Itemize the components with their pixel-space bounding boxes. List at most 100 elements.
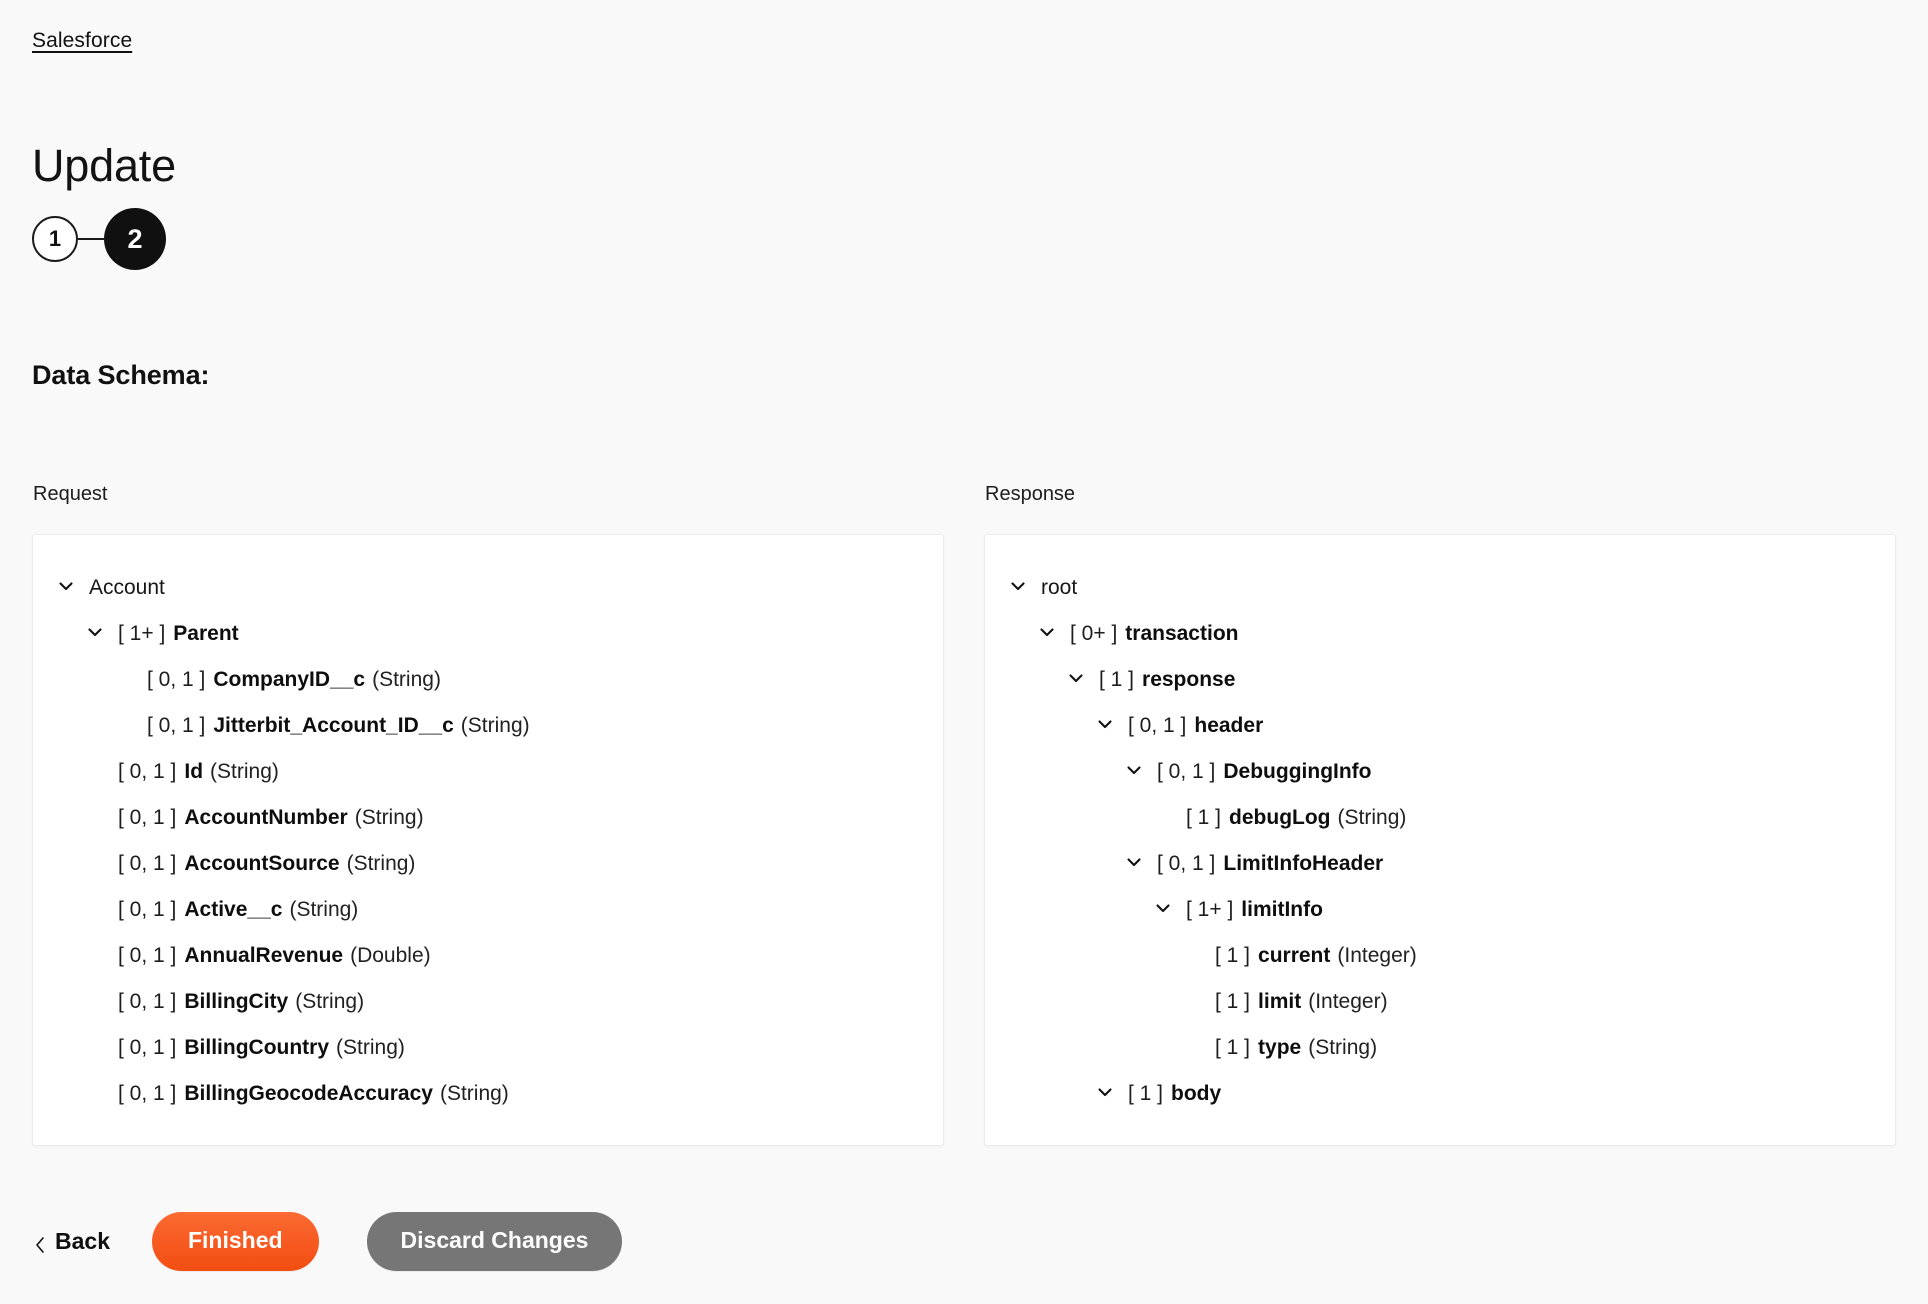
chevron-down-icon[interactable] — [1152, 897, 1178, 923]
chevron-down-icon[interactable] — [84, 621, 110, 647]
chevron-down-icon[interactable] — [1094, 713, 1120, 739]
node-name: CompanyID__c — [213, 668, 366, 691]
node-name: body — [1171, 1082, 1222, 1105]
tree-node[interactable]: [ 0, 1 ] header — [1007, 703, 1873, 749]
chevron-down-icon[interactable] — [1007, 575, 1033, 601]
tree-node[interactable]: [ 0+ ] transaction — [1007, 611, 1873, 657]
step-indicator: 12 — [32, 208, 166, 270]
tree-node[interactable]: [ 1 ] body — [1007, 1071, 1873, 1117]
page-title: Update — [32, 140, 176, 192]
node-type: (Integer) — [1337, 944, 1417, 967]
node-name: BillingCity — [184, 990, 289, 1013]
node-occurrence: [ 0, 1 ] — [1128, 714, 1187, 737]
node-type: (String) — [460, 714, 530, 737]
node-occurrence: [ 0, 1 ] — [118, 944, 177, 967]
node-occurrence: [ 0, 1 ] — [118, 852, 177, 875]
chevron-down-icon[interactable] — [55, 575, 81, 601]
update-step-page: Salesforce Update 12 Data Schema: Reques… — [0, 0, 1928, 1304]
node-type: (Integer) — [1308, 990, 1388, 1013]
response-tree-panel[interactable]: root [ 0+ ] transaction [ 1 ] response [ 0, 1… — [984, 534, 1896, 1146]
discard-changes-button[interactable]: Discard Changes — [366, 1212, 623, 1271]
node-name: Jitterbit_Account_ID__c — [213, 714, 454, 737]
node-name: DebuggingInfo — [1223, 760, 1372, 783]
tree-node[interactable]: [ 1 ] response — [1007, 657, 1873, 703]
node-occurrence: [ 0, 1 ] — [118, 1036, 177, 1059]
node-occurrence: [ 0+ ] — [1070, 622, 1118, 645]
response-column: Response root [ 0+ ] transaction [ 1 ] respo… — [984, 482, 1896, 1146]
step-connector — [78, 238, 104, 240]
breadcrumb[interactable]: Salesforce — [32, 28, 132, 54]
request-tree-panel[interactable]: Account [ 1+ ] Parent [ 0, 1 ] CompanyID__c (… — [32, 534, 944, 1146]
node-name: response — [1142, 668, 1236, 691]
node-name: transaction — [1125, 622, 1239, 645]
node-name: header — [1194, 714, 1264, 737]
node-type: (String) — [295, 990, 365, 1013]
step-1[interactable]: 1 — [32, 216, 78, 262]
node-name: Id — [184, 760, 204, 783]
tree-node: [ 0, 1 ] AnnualRevenue (Double) — [55, 933, 921, 979]
node-occurrence: [ 1+ ] — [118, 622, 166, 645]
tree-node[interactable]: [ 1+ ] limitInfo — [1007, 887, 1873, 933]
node-type: (String) — [439, 1082, 509, 1105]
chevron-down-icon[interactable] — [1123, 759, 1149, 785]
node-type: (String) — [346, 852, 416, 875]
tree-node: [ 1 ] debugLog (String) — [1007, 795, 1873, 841]
request-label: Request — [33, 483, 108, 505]
node-type: (String) — [1337, 806, 1407, 829]
tree-node: [ 0, 1 ] Jitterbit_Account_ID__c (String) — [55, 703, 921, 749]
tree-node: [ 0, 1 ] CompanyID__c (String) — [55, 657, 921, 703]
tree-node: [ 0, 1 ] Active__c (String) — [55, 887, 921, 933]
request-column: Request Account [ 1+ ] Parent [ 0, 1 ] Compa… — [32, 482, 944, 1146]
node-occurrence: [ 0, 1 ] — [1157, 760, 1216, 783]
node-name: debugLog — [1229, 806, 1331, 829]
node-occurrence: [ 1+ ] — [1186, 898, 1234, 921]
tree-node: [ 0, 1 ] AccountNumber (String) — [55, 795, 921, 841]
node-name: root — [1041, 576, 1078, 599]
chevron-down-icon[interactable] — [1036, 621, 1062, 647]
node-type: (String) — [1308, 1036, 1378, 1059]
tree-node[interactable]: [ 0, 1 ] DebuggingInfo — [1007, 749, 1873, 795]
tree-node[interactable]: [ 0, 1 ] LimitInfoHeader — [1007, 841, 1873, 887]
node-type: (Double) — [350, 944, 431, 967]
node-occurrence: [ 0, 1 ] — [118, 990, 177, 1013]
node-occurrence: [ 0, 1 ] — [118, 806, 177, 829]
tree-node: [ 0, 1 ] BillingCity (String) — [55, 979, 921, 1025]
tree-node[interactable]: [ 1+ ] Parent — [55, 611, 921, 657]
node-name: Active__c — [184, 898, 283, 921]
chevron-down-icon[interactable] — [1065, 667, 1091, 693]
tree-node: [ 0, 1 ] AccountSource (String) — [55, 841, 921, 887]
node-name: Account — [89, 576, 165, 599]
back-button[interactable]: Back — [32, 1222, 112, 1261]
node-type: (String) — [289, 898, 359, 921]
node-name: BillingCountry — [184, 1036, 330, 1059]
chevron-down-icon[interactable] — [1094, 1081, 1120, 1107]
node-occurrence: [ 0, 1 ] — [118, 760, 177, 783]
finished-button[interactable]: Finished — [151, 1212, 319, 1271]
node-name: BillingGeocodeAccuracy — [184, 1082, 433, 1105]
section-heading: Data Schema: — [32, 360, 210, 390]
node-occurrence: [ 1 ] — [1099, 668, 1135, 691]
node-occurrence: [ 0, 1 ] — [1157, 852, 1216, 875]
node-name: type — [1258, 1036, 1302, 1059]
step-2[interactable]: 2 — [104, 208, 166, 270]
node-name: LimitInfoHeader — [1223, 852, 1384, 875]
node-name: limitInfo — [1241, 898, 1323, 921]
node-occurrence: [ 1 ] — [1215, 944, 1251, 967]
tree-node[interactable]: root — [1007, 565, 1873, 611]
node-occurrence: [ 1 ] — [1215, 1036, 1251, 1059]
node-occurrence: [ 0, 1 ] — [147, 714, 206, 737]
node-type: (String) — [336, 1036, 405, 1059]
chevron-down-icon[interactable] — [1123, 851, 1149, 877]
node-occurrence: [ 0, 1 ] — [118, 898, 177, 921]
tree-node[interactable]: Account — [55, 565, 921, 611]
